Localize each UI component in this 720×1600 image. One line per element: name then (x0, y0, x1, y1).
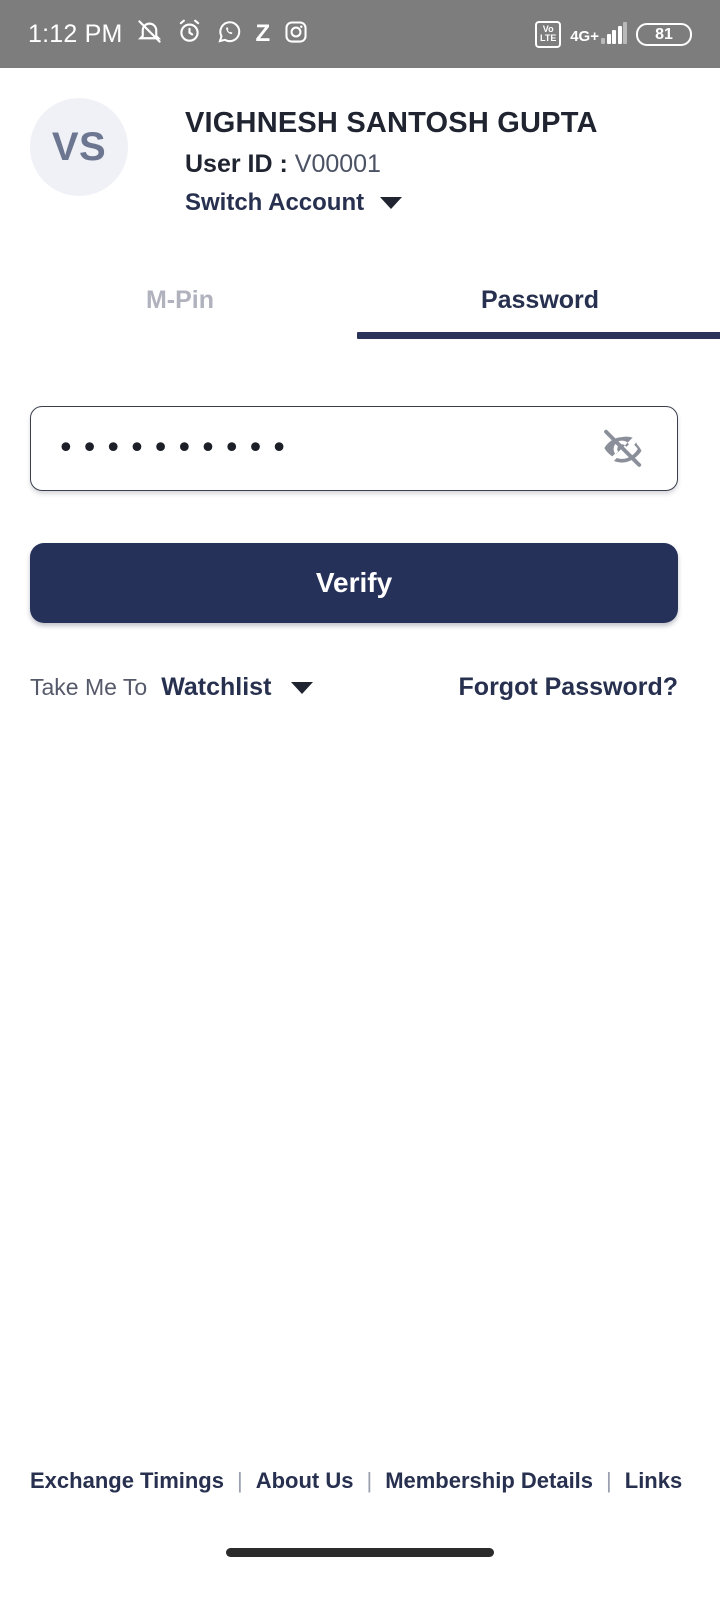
switch-account-label: Switch Account (185, 189, 365, 216)
profile-block: VS VIGHNESH SANTOSH GUPTA User ID : V000… (0, 68, 720, 217)
tab-mpin-label: M-Pin (145, 285, 215, 314)
instagram-icon (283, 19, 309, 50)
vibrate-off-icon (136, 18, 163, 50)
take-me-to-value[interactable]: Watchlist (161, 673, 271, 702)
account-header: VS VIGHNESH SANTOSH GUPTA User ID : V000… (0, 68, 720, 339)
volte-label-top: Vo (542, 23, 554, 34)
tab-password-label: Password (480, 285, 600, 314)
zoho-icon: Z (255, 20, 271, 47)
footer-link-exchange-timings[interactable]: Exchange Timings (30, 1468, 224, 1494)
volte-label-bottom: LTE (540, 33, 557, 43)
tab-mpin[interactable]: M-Pin (0, 261, 360, 339)
whatsapp-icon (216, 18, 243, 50)
take-me-to-label: Take Me To (30, 674, 148, 700)
user-id-value: V00001 (294, 150, 381, 178)
user-id-row: User ID : V00001 (185, 149, 598, 179)
page-title: VIGHNESH SANTOSH GUPTA (185, 107, 598, 139)
signal-indicator: 4G+ (570, 22, 627, 45)
footer-link-membership-details[interactable]: Membership Details (385, 1468, 593, 1494)
battery-indicator: 81 (636, 22, 692, 46)
auth-tabs: M-Pin Password (0, 261, 720, 339)
chevron-down-icon[interactable] (291, 681, 314, 694)
footer-links: Exchange Timings | About Us | Membership… (30, 1468, 690, 1494)
status-bar-left: 1:12 PM Z (28, 18, 309, 50)
footer-link-links[interactable]: Links (625, 1468, 682, 1494)
take-me-to-row: Take Me To Watchlist Forgot Password? (30, 673, 678, 702)
password-masked-value: •••••••••• (57, 437, 294, 460)
app-screen: 1:12 PM Z Vo LTE 4G+ 81 VS VIGHNESH SANT… (0, 0, 720, 1600)
footer-separator: | (606, 1468, 612, 1493)
tab-password[interactable]: Password (357, 261, 720, 339)
eye-off-icon[interactable] (593, 420, 651, 478)
password-field-wrapper: •••••••••• (30, 406, 678, 491)
avatar: VS (30, 98, 128, 196)
volte-icon: Vo LTE (535, 20, 562, 48)
profile-details: VIGHNESH SANTOSH GUPTA User ID : V00001 … (185, 98, 598, 217)
chevron-down-icon (380, 197, 403, 209)
footer-link-about-us[interactable]: About Us (256, 1468, 354, 1494)
network-type-label: 4G+ (570, 28, 599, 45)
login-content: •••••••••• Verify Take Me To Watchlist F… (0, 339, 720, 1539)
switch-account-button[interactable]: Switch Account (185, 189, 598, 217)
status-bar-clock: 1:12 PM (28, 19, 123, 48)
alarm-icon (176, 18, 203, 50)
status-bar-right: Vo LTE 4G+ 81 (535, 20, 692, 48)
gesture-bar[interactable] (226, 1548, 494, 1557)
verify-button[interactable]: Verify (30, 543, 678, 623)
password-input[interactable]: •••••••••• (30, 406, 678, 491)
user-id-label: User ID : (185, 150, 288, 178)
forgot-password-link[interactable]: Forgot Password? (459, 673, 678, 702)
status-bar: 1:12 PM Z Vo LTE 4G+ 81 (0, 0, 720, 68)
footer-separator: | (366, 1468, 373, 1493)
footer-separator: | (236, 1468, 243, 1493)
signal-bars-icon (601, 22, 627, 44)
